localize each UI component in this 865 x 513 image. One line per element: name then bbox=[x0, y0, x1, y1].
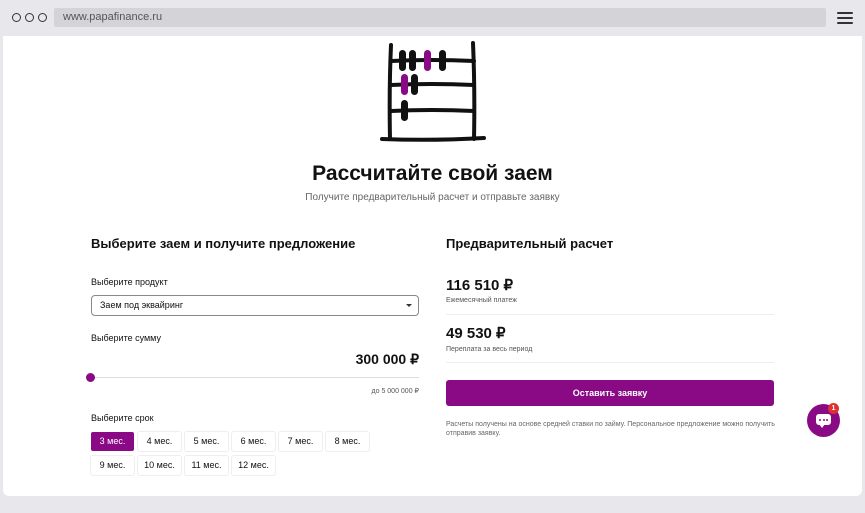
address-bar[interactable]: www.papafinance.ru bbox=[54, 8, 826, 27]
amount-max-label: до 5 000 000 ₽ bbox=[371, 388, 419, 395]
term-option[interactable]: 6 мес. bbox=[232, 432, 275, 451]
amount-slider-thumb[interactable] bbox=[86, 373, 95, 382]
amount-label: Выберите сумму bbox=[91, 333, 161, 343]
hamburger-menu-icon[interactable] bbox=[837, 12, 853, 24]
divider bbox=[446, 314, 774, 315]
product-label: Выберите продукт bbox=[91, 277, 168, 287]
term-option[interactable]: 4 мес. bbox=[138, 432, 181, 451]
page-content: Рассчитайте свой заем Получите предварит… bbox=[3, 36, 862, 496]
window-dots-icon bbox=[12, 13, 47, 22]
term-option[interactable]: 8 мес. bbox=[326, 432, 369, 451]
term-option[interactable]: 5 мес. bbox=[185, 432, 228, 451]
chat-unread-badge: 1 bbox=[828, 403, 839, 414]
monthly-payment-value: 116 510 ₽ bbox=[446, 277, 514, 294]
divider bbox=[446, 362, 774, 363]
product-select[interactable]: Заем под эквайринг bbox=[91, 295, 419, 316]
term-option[interactable]: 9 мес. bbox=[91, 456, 134, 475]
term-option[interactable]: 10 мес. bbox=[138, 456, 181, 475]
overpay-caption: Переплата за весь период bbox=[446, 346, 533, 353]
product-select-value: Заем под эквайринг bbox=[100, 300, 184, 310]
amount-slider-track[interactable] bbox=[90, 377, 419, 378]
browser-chrome: www.papafinance.ru bbox=[0, 0, 865, 36]
page-title: Рассчитайте свой заем bbox=[312, 162, 553, 185]
page-subtitle: Получите предварительный расчет и отправ… bbox=[305, 192, 560, 203]
monthly-payment-caption: Ежемесячный платеж bbox=[446, 297, 517, 304]
term-label: Выберите срок bbox=[91, 413, 154, 423]
dropdown-caret-icon bbox=[406, 304, 412, 307]
term-option[interactable]: 11 мес. bbox=[185, 456, 228, 475]
overpay-value: 49 530 ₽ bbox=[446, 325, 506, 342]
amount-value: 300 000 ₽ bbox=[355, 351, 419, 367]
result-heading: Предварительный расчет bbox=[446, 236, 614, 251]
chat-icon bbox=[816, 414, 831, 428]
abacus-icon bbox=[380, 41, 486, 142]
disclaimer-note: Расчеты получены на основе средней ставк… bbox=[446, 421, 775, 437]
submit-application-button[interactable]: Оставить заявку bbox=[446, 380, 774, 406]
term-option[interactable]: 3 мес. bbox=[91, 432, 134, 451]
form-heading: Выберите заем и получите предложение bbox=[91, 236, 356, 251]
term-option[interactable]: 12 мес. bbox=[232, 456, 275, 475]
term-option[interactable]: 7 мес. bbox=[279, 432, 322, 451]
